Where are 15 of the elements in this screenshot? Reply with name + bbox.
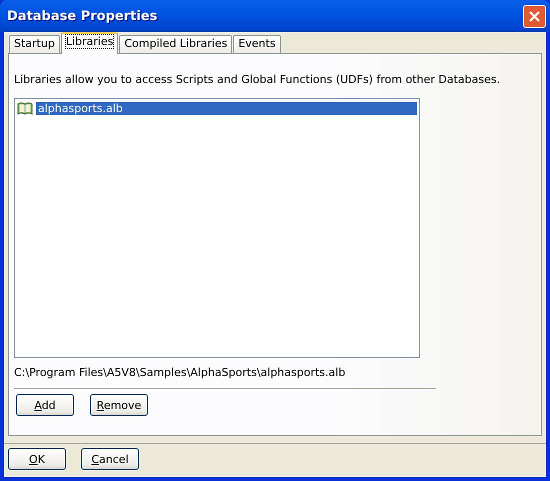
tab[interactable]: Compiled Libraries <box>119 35 232 53</box>
library-path: C:\Program Files\A5V8\Samples\AlphaSports\alphasports.alb <box>14 366 346 379</box>
close-button[interactable] <box>523 4 546 28</box>
tab[interactable]: Libraries <box>60 32 118 54</box>
book-icon <box>17 102 33 115</box>
tab[interactable]: Events <box>233 35 281 53</box>
tab[interactable]: Startup <box>9 35 60 53</box>
add-button[interactable]: Add <box>16 394 74 416</box>
close-icon <box>529 10 540 22</box>
library-item[interactable]: alphasports.alb <box>36 102 417 115</box>
description-text: Libraries allow you to access Scripts and Global Functions (UDFs) from other Databases. <box>14 73 502 86</box>
remove-button[interactable]: Remove <box>90 394 148 416</box>
ok-button[interactable]: OK <box>8 448 66 470</box>
cancel-button[interactable]: Cancel <box>81 448 139 470</box>
window-title: Database Properties <box>7 8 158 24</box>
